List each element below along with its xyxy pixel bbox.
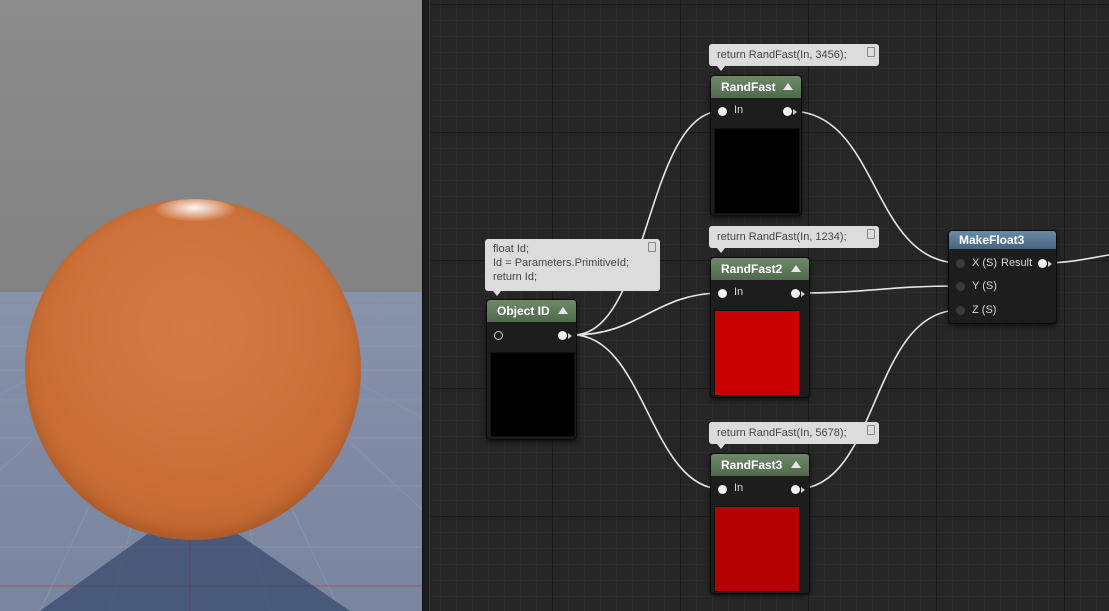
output-pin[interactable] [791, 485, 800, 494]
preview-swatch [714, 128, 800, 214]
node-title: MakeFloat3 [959, 233, 1025, 247]
input-pin[interactable] [718, 107, 727, 116]
preview-swatch [714, 506, 800, 592]
output-pin[interactable] [1038, 259, 1047, 268]
pin-comment-icon[interactable] [867, 425, 875, 435]
collapse-triangle-icon[interactable] [558, 307, 568, 314]
preview-sphere [25, 199, 361, 540]
comment-text: return RandFast(In, 5678); [717, 427, 847, 439]
input-label-x: X (S) [972, 257, 998, 269]
node-header[interactable]: Object ID [487, 300, 576, 322]
input-pin-x[interactable] [956, 259, 965, 268]
input-label-z: Z (S) [972, 304, 997, 316]
output-pin[interactable] [558, 331, 567, 340]
randfast-node[interactable]: RandFast In [710, 75, 802, 216]
preview-swatch [714, 310, 800, 396]
collapse-triangle-icon[interactable] [783, 83, 793, 90]
pin-comment-icon[interactable] [867, 229, 875, 239]
node-title: Object ID [497, 304, 550, 318]
sphere-highlight [155, 199, 235, 221]
output-label: Result [1001, 257, 1033, 269]
node-title: RandFast3 [721, 458, 783, 472]
pin-comment-icon[interactable] [867, 47, 875, 57]
input-pin-y[interactable] [956, 282, 965, 291]
comment-text: return RandFast(In, 3456); [717, 49, 847, 61]
comment-tail [717, 248, 725, 253]
preview-swatch [490, 352, 575, 437]
node-header[interactable]: RandFast [711, 76, 801, 98]
node-header[interactable]: MakeFloat3 [949, 231, 1056, 249]
output-pin-arrow-icon [1048, 261, 1052, 267]
makefloat3-node[interactable]: MakeFloat3 X (S) Result Y (S) Z (S) [948, 230, 1057, 324]
pin-comment-icon[interactable] [648, 242, 656, 252]
output-pin-arrow-icon [801, 291, 805, 297]
input-label: In [734, 482, 744, 494]
input-pin-z[interactable] [956, 306, 965, 315]
input-pin[interactable] [718, 485, 727, 494]
node-header[interactable]: RandFast3 [711, 454, 809, 476]
object-id-node[interactable]: Object ID [486, 299, 577, 440]
object-id-comment[interactable]: float Id; Id = Parameters.PrimitiveId; r… [485, 239, 660, 296]
randfast2-comment[interactable]: return RandFast(In, 1234); [709, 226, 879, 253]
comment-tail [717, 444, 725, 449]
wire-objectid-randfast2 [572, 292, 723, 336]
comment-line: float Id; [493, 243, 530, 255]
input-label-y: Y (S) [972, 280, 997, 292]
node-title: RandFast [721, 80, 776, 94]
collapse-triangle-icon[interactable] [791, 461, 801, 468]
randfast3-comment[interactable]: return RandFast(In, 5678); [709, 422, 879, 449]
randfast-comment[interactable]: return RandFast(In, 3456); [709, 44, 879, 71]
wire-objectid-randfast3 [572, 334, 723, 490]
input-pin[interactable] [718, 289, 727, 298]
output-pin[interactable] [783, 107, 792, 116]
input-label: In [734, 286, 744, 298]
comment-tail [717, 66, 725, 71]
wire-randfast2-y [795, 285, 961, 294]
wire-objectid-randfast [572, 110, 723, 336]
output-pin-arrow-icon [793, 109, 797, 115]
panel-splitter[interactable] [422, 0, 430, 611]
randfast2-node[interactable]: RandFast2 In [710, 257, 810, 398]
comment-line: Id = Parameters.PrimitiveId; [493, 257, 630, 269]
node-title: RandFast2 [721, 262, 783, 276]
output-pin[interactable] [791, 289, 800, 298]
wire-randfast3-z [795, 309, 961, 490]
comment-tail [493, 291, 501, 296]
output-pin-arrow-icon [801, 487, 805, 493]
comment-text: return RandFast(In, 1234); [717, 231, 847, 243]
input-pin[interactable] [494, 331, 503, 340]
comment-line: return Id; [493, 271, 538, 283]
node-header[interactable]: RandFast2 [711, 258, 809, 280]
material-preview-viewport[interactable] [0, 0, 422, 611]
material-graph-editor[interactable]: float Id; Id = Parameters.PrimitiveId; r… [430, 0, 1109, 611]
input-label: In [734, 104, 744, 116]
collapse-triangle-icon[interactable] [791, 265, 801, 272]
randfast3-node[interactable]: RandFast3 In [710, 453, 810, 594]
output-pin-arrow-icon [568, 333, 572, 339]
